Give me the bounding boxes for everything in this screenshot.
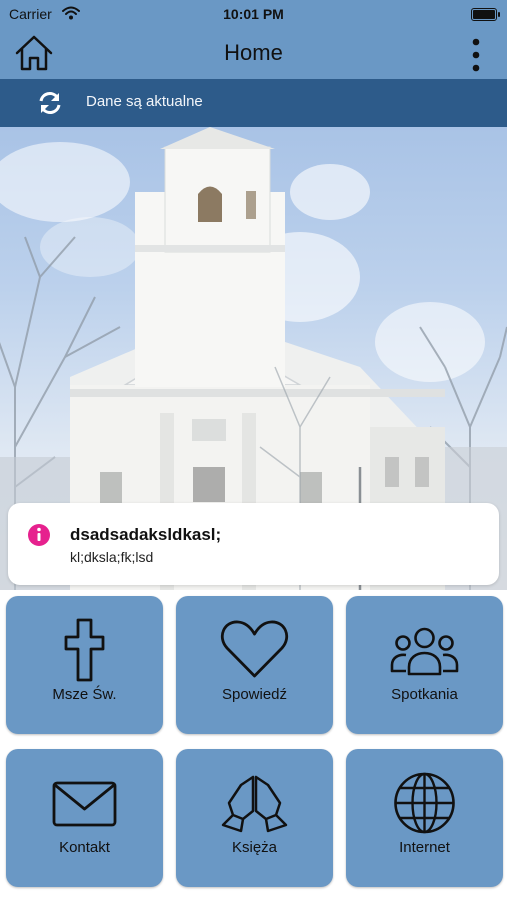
info-icon bbox=[28, 524, 50, 546]
tile-label: Spowiedź bbox=[221, 686, 288, 703]
sync-icon[interactable] bbox=[36, 89, 64, 117]
battery-icon bbox=[471, 8, 500, 21]
heart-icon bbox=[220, 620, 289, 678]
more-menu-icon[interactable] bbox=[471, 38, 481, 72]
tile-label: Msze Św. bbox=[52, 686, 117, 703]
tile-label: Spotkania bbox=[391, 686, 458, 703]
sync-status-bar[interactable]: Dane są aktualne bbox=[0, 79, 507, 127]
clock: 10:01 PM bbox=[223, 6, 284, 22]
tile-ksieza[interactable]: Księża bbox=[176, 749, 333, 887]
notice-title: dsadsadaksldkasl; bbox=[70, 525, 222, 544]
page-title: Home bbox=[224, 40, 283, 65]
sync-status-text: Dane są aktualne bbox=[86, 93, 203, 110]
nav-bar: Home bbox=[0, 28, 507, 79]
tile-msze[interactable]: Msze Św. bbox=[6, 596, 163, 734]
envelope-icon bbox=[52, 781, 117, 827]
globe-icon bbox=[394, 772, 455, 834]
praying-hands-icon bbox=[221, 775, 288, 833]
tile-spotkania[interactable]: Spotkania bbox=[346, 596, 503, 734]
tile-internet[interactable]: Internet bbox=[346, 749, 503, 887]
cross-icon bbox=[64, 618, 105, 682]
group-icon bbox=[390, 627, 459, 676]
tile-kontakt[interactable]: Kontakt bbox=[6, 749, 163, 887]
tile-label: Kontakt bbox=[59, 839, 110, 856]
tile-label: Internet bbox=[399, 839, 450, 856]
notice-card[interactable]: dsadsadaksldkasl; kl;dksla;fk;lsd bbox=[8, 503, 499, 585]
status-bar: Carrier 10:01 PM bbox=[0, 0, 507, 28]
notice-body: kl;dksla;fk;lsd bbox=[70, 549, 154, 565]
tile-label: Księża bbox=[231, 839, 278, 856]
tile-spowiedz[interactable]: Spowiedź bbox=[176, 596, 333, 734]
